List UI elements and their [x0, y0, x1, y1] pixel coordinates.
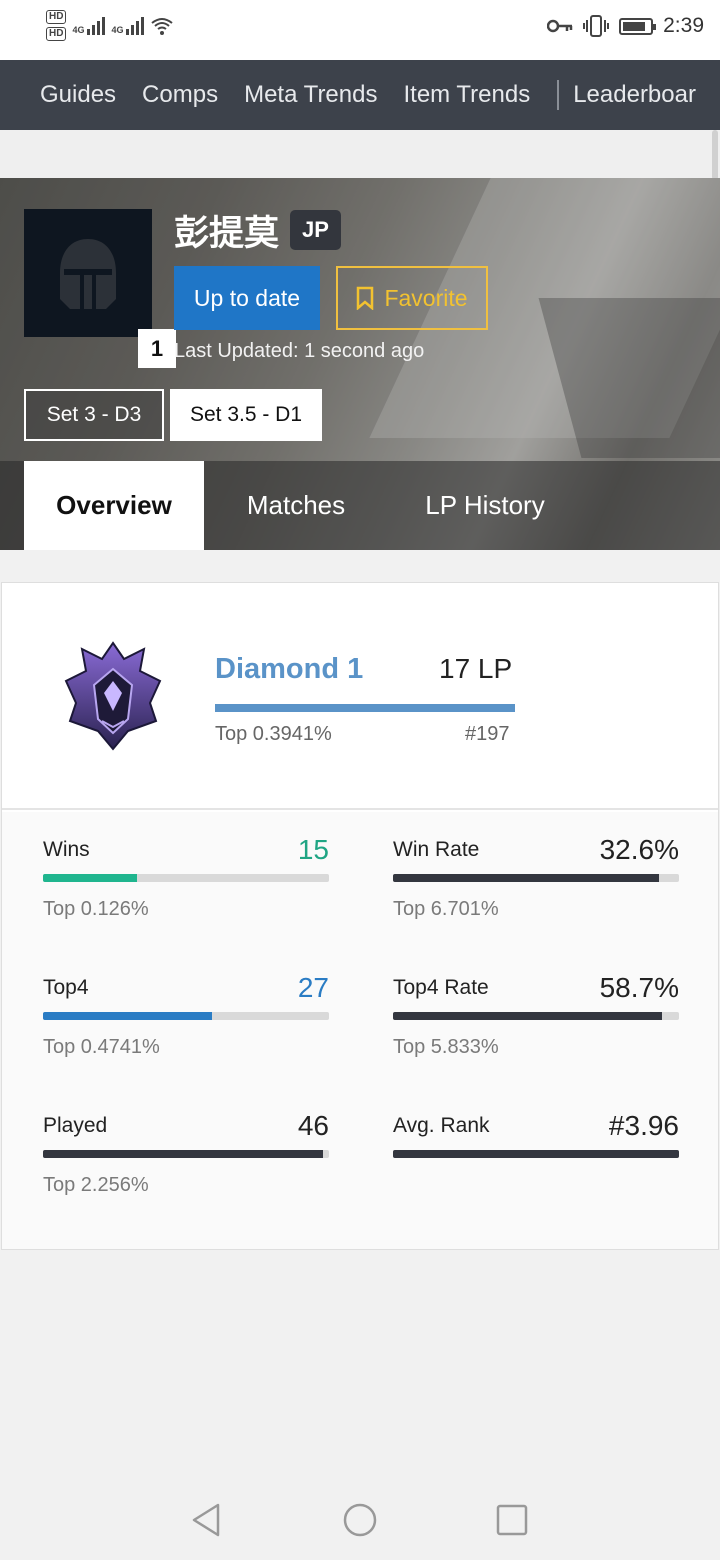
player-name: 彭提莫	[174, 214, 280, 253]
stat-wins: Wins 15 Top 0.126%	[43, 826, 329, 936]
system-nav-bar	[0, 1480, 720, 1560]
network-type-label: 4G	[72, 24, 85, 35]
stat-bar-fill	[43, 1012, 212, 1020]
top-nav: Guides Comps Meta Trends Item Trends Lea…	[0, 60, 720, 130]
stat-bar	[43, 1012, 329, 1020]
stat-value: 15	[297, 834, 329, 865]
nav-comps[interactable]: Comps	[129, 81, 231, 109]
stat-top-percent: Top 6.701%	[393, 898, 499, 920]
stat-label: Played	[43, 1114, 108, 1137]
key-icon	[547, 19, 573, 33]
status-bar: HD HD 4G 4G 2:39	[0, 0, 720, 60]
stat-label: Avg. Rank	[393, 1114, 490, 1137]
level-badge: 1	[138, 329, 176, 368]
stat-value: 32.6%	[599, 834, 679, 865]
spacer	[0, 130, 720, 178]
favorite-button[interactable]: Favorite	[336, 266, 488, 330]
recent-apps-icon[interactable]	[496, 1504, 528, 1536]
stat-avg-rank: Avg. Rank #3.96	[393, 1102, 679, 1212]
status-right: 2:39	[547, 14, 704, 38]
stat-bar-fill	[393, 874, 659, 882]
home-icon[interactable]	[342, 1502, 378, 1538]
stat-value: 58.7%	[599, 972, 679, 1003]
nav-divider	[557, 80, 560, 110]
avatar: 1	[24, 209, 176, 368]
tab-overview[interactable]: Overview	[24, 461, 204, 550]
rank-position: #197	[465, 723, 510, 745]
clock: 2:39	[663, 14, 704, 37]
rank-progress-bar	[215, 704, 515, 712]
profile-tabs: Overview Matches LP History	[0, 461, 720, 550]
diamond-emblem-icon	[64, 641, 162, 751]
back-icon[interactable]	[190, 1502, 222, 1538]
stat-label: Win Rate	[393, 838, 480, 861]
stat-bar	[393, 1150, 679, 1158]
stats-grid: Wins 15 Top 0.126% Win Rate 32.6% Top 6.…	[2, 812, 718, 1249]
bookmark-icon	[357, 286, 374, 310]
stat-bar-fill	[43, 1150, 324, 1158]
stat-bar	[43, 1150, 329, 1158]
battery-icon	[619, 17, 657, 35]
stat-label: Wins	[43, 838, 90, 861]
stat-played: Played 46 Top 2.256%	[43, 1102, 329, 1212]
stat-label: Top4	[43, 976, 89, 999]
stat-bar-fill	[393, 1150, 679, 1158]
hd-indicators: HD HD	[46, 10, 67, 41]
profile-header: 1 彭提莫 JP Up to date Favorite Last Update…	[0, 178, 720, 550]
tab-lp-history[interactable]: LP History	[396, 461, 574, 550]
nav-meta-trends[interactable]: Meta Trends	[231, 81, 390, 109]
stat-top-percent: Top 0.126%	[43, 898, 149, 920]
nav-guides[interactable]: Guides	[0, 81, 129, 109]
favorite-label: Favorite	[384, 284, 468, 311]
stat-win-rate: Win Rate 32.6% Top 6.701%	[393, 826, 679, 936]
stat-top4: Top4 27 Top 0.4741%	[43, 964, 329, 1074]
scrollbar[interactable]	[712, 130, 718, 180]
stat-label: Top4 Rate	[393, 976, 489, 999]
hd-icon: HD	[46, 27, 67, 41]
rank-top-percent: Top 0.3941%	[215, 723, 332, 745]
overview-card: Diamond 1 17 LP Top 0.3941% #197 Wins 15…	[1, 582, 719, 1250]
wifi-icon	[151, 17, 174, 35]
nav-item-trends[interactable]: Item Trends	[390, 81, 543, 109]
status-left: HD HD 4G 4G	[46, 10, 174, 41]
region-badge: JP	[290, 210, 341, 250]
stat-bar	[393, 874, 679, 882]
signal-icon: 4G	[72, 16, 106, 35]
helmet-icon	[60, 239, 116, 309]
network-type-label: 4G	[111, 24, 124, 35]
stat-bar	[43, 874, 329, 882]
stat-value: 46	[297, 1110, 329, 1141]
update-button[interactable]: Up to date	[174, 266, 320, 330]
stat-value: 27	[297, 972, 329, 1003]
stat-top-percent: Top 0.4741%	[43, 1036, 160, 1058]
vibrate-icon	[583, 15, 610, 37]
stat-bar	[393, 1012, 679, 1020]
stat-top-percent: Top 2.256%	[43, 1174, 149, 1196]
stat-bar-fill	[393, 1012, 662, 1020]
rank-lp: 17 LP	[439, 653, 513, 684]
rank-tier: Diamond 1	[215, 653, 364, 685]
rank-summary: Diamond 1 17 LP Top 0.3941% #197	[2, 583, 718, 810]
tab-matches[interactable]: Matches	[204, 461, 388, 550]
nav-leaderboard[interactable]: Leaderboar	[573, 81, 709, 109]
stat-top-percent: Top 5.833%	[393, 1036, 499, 1058]
set-3-button[interactable]: Set 3 - D3	[24, 389, 164, 441]
set-3-5-button[interactable]: Set 3.5 - D1	[170, 389, 322, 441]
stat-bar-fill	[43, 874, 138, 882]
stat-top4-rate: Top4 Rate 58.7% Top 5.833%	[393, 964, 679, 1074]
stat-value: #3.96	[608, 1110, 679, 1141]
last-updated: Last Updated: 1 second ago	[174, 340, 425, 362]
signal-icon: 4G	[111, 16, 145, 35]
hd-icon: HD	[46, 10, 67, 24]
